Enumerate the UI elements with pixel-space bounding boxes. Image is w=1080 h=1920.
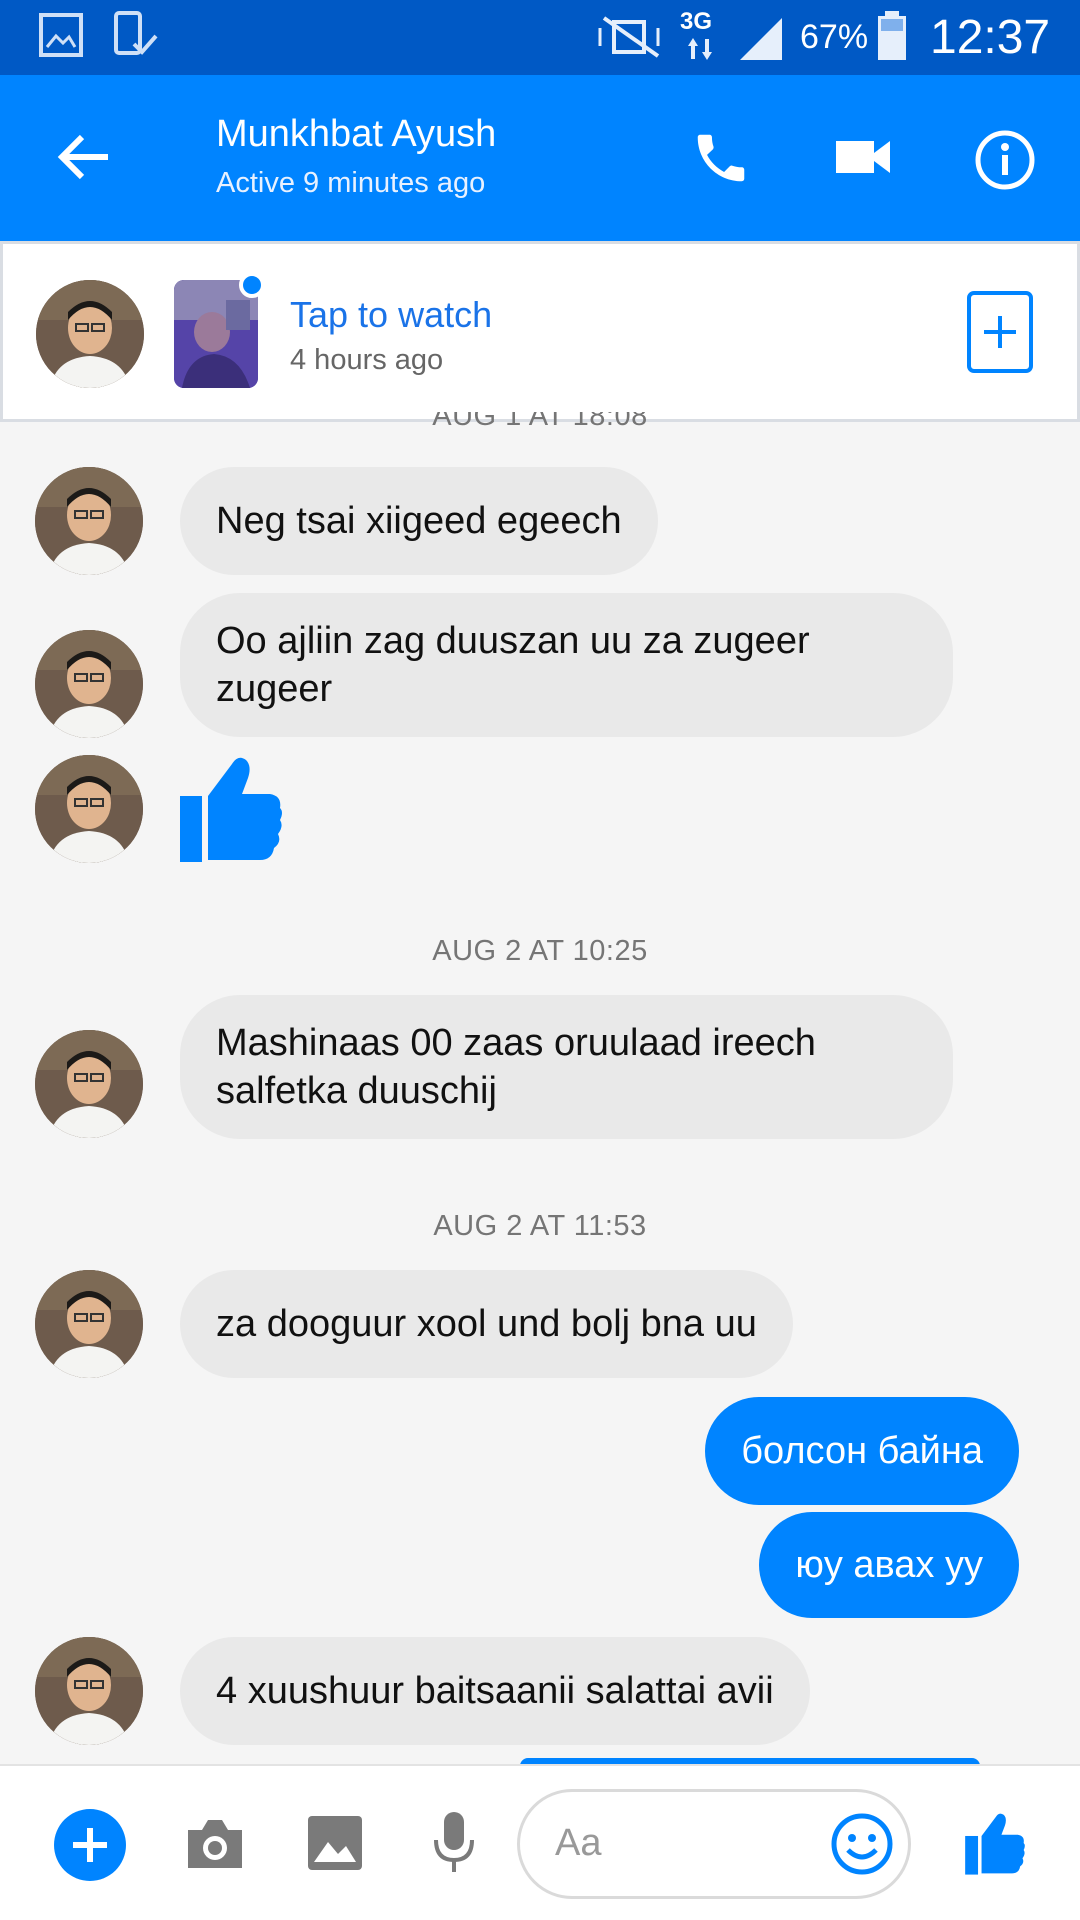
- thumbs-up-icon[interactable]: [964, 1810, 1026, 1876]
- image-icon[interactable]: [306, 1814, 364, 1872]
- avatar-photo: [36, 280, 144, 388]
- phone-icon[interactable]: [690, 127, 752, 189]
- back-arrow-icon[interactable]: [56, 133, 112, 181]
- signal-icon: [740, 18, 782, 60]
- incoming-message[interactable]: 4 xuushuur baitsaanii salattai avii: [180, 1637, 810, 1745]
- story-time: 4 hours ago: [290, 344, 444, 376]
- outgoing-message[interactable]: юу авах уу: [759, 1512, 1019, 1618]
- vibrate-mute-icon: [598, 16, 660, 58]
- incoming-message[interactable]: Mashinaas 00 zaas oruulaad ireech salfet…: [180, 995, 953, 1139]
- plus-icon[interactable]: [53, 1808, 127, 1882]
- contact-active-status: Active 9 minutes ago: [216, 167, 486, 199]
- thumbs-up-sticker-icon[interactable]: [178, 752, 284, 864]
- contact-name[interactable]: Munkhbat Ayush: [216, 113, 496, 156]
- timestamp: AUG 1 AT 18:08: [432, 412, 648, 432]
- incoming-message[interactable]: za dooguur xool und bolj bna uu: [180, 1270, 793, 1378]
- incoming-message[interactable]: Oo ajliin zag duuszan uu za zugeer zugee…: [180, 593, 953, 737]
- conversation-header: Munkhbat Ayush Active 9 minutes ago: [0, 75, 1080, 241]
- avatar: [35, 1030, 143, 1138]
- avatar: [35, 1270, 143, 1378]
- outgoing-message[interactable]: болсон байна: [705, 1397, 1019, 1505]
- avatar: [35, 467, 143, 575]
- gallery-notification-icon: [39, 13, 83, 57]
- composer-bar: Aa: [0, 1764, 1080, 1920]
- message-input-placeholder: Aa: [555, 1822, 602, 1864]
- incoming-message[interactable]: Neg tsai xiigeed egeech: [180, 467, 658, 575]
- info-icon[interactable]: [974, 129, 1036, 191]
- story-banner[interactable]: Tap to watch 4 hours ago: [0, 241, 1080, 422]
- story-unseen-dot: [239, 272, 265, 298]
- avatar: [35, 1637, 143, 1745]
- add-story-icon[interactable]: [966, 290, 1036, 374]
- battery-percent: 67%: [800, 18, 869, 56]
- microphone-icon[interactable]: [432, 1810, 476, 1876]
- timestamp: AUG 2 AT 10:25: [432, 935, 648, 967]
- timestamp: AUG 2 AT 11:53: [433, 1210, 647, 1242]
- clock: 12:37: [930, 11, 1051, 64]
- network-type: 3G: [680, 8, 713, 35]
- avatar: [35, 755, 143, 863]
- battery-icon: [878, 11, 906, 60]
- status-bar: 3G 67% 12:37: [0, 0, 1080, 75]
- data-arrows-icon: [688, 38, 712, 60]
- message-input[interactable]: Aa: [517, 1789, 911, 1899]
- avatar: [35, 630, 143, 738]
- device-check-icon: [114, 11, 158, 55]
- avatar: [36, 280, 144, 388]
- video-camera-icon[interactable]: [834, 133, 894, 181]
- story-tap-to-watch[interactable]: Tap to watch: [290, 294, 492, 336]
- camera-icon[interactable]: [184, 1816, 246, 1872]
- emoji-icon[interactable]: [830, 1812, 894, 1876]
